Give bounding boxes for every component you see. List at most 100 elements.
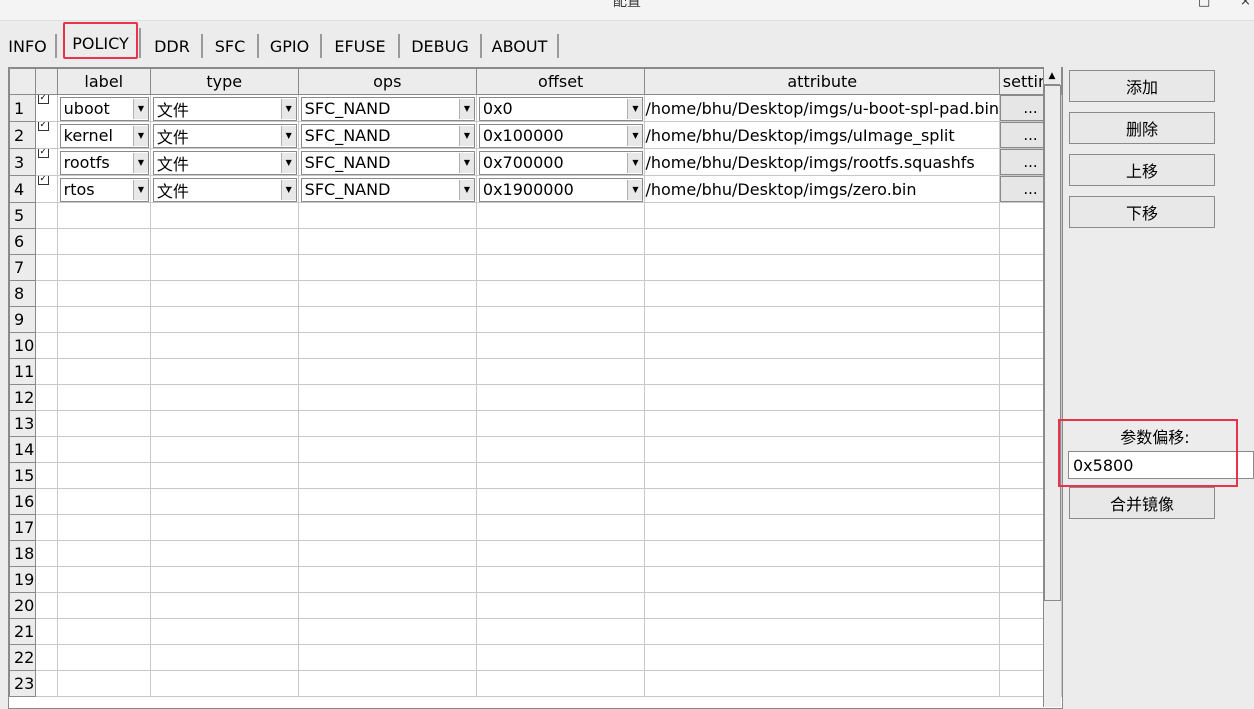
checkmark-icon[interactable]: ✓: [37, 176, 49, 185]
empty-cell[interactable]: [149, 540, 299, 567]
empty-cell[interactable]: [34, 358, 58, 385]
dropdown-arrow-icon[interactable]: ▼: [132, 98, 148, 119]
empty-cell[interactable]: [297, 358, 477, 385]
tab-efuse[interactable]: EFUSE: [322, 34, 400, 58]
row-number[interactable]: 21: [9, 618, 36, 645]
empty-cell[interactable]: [149, 618, 299, 645]
row-number[interactable]: 8: [9, 280, 36, 307]
empty-cell[interactable]: [56, 202, 151, 229]
delete-button[interactable]: 删除: [1069, 112, 1215, 144]
row-number[interactable]: 15: [9, 462, 36, 489]
header-offset[interactable]: offset: [475, 68, 646, 95]
header-label[interactable]: label: [56, 68, 151, 95]
empty-cell[interactable]: [475, 618, 646, 645]
empty-cell[interactable]: [34, 436, 58, 463]
dropdown-arrow-icon[interactable]: ▼: [627, 179, 643, 200]
dropdown-arrow-icon[interactable]: ▼: [458, 179, 474, 200]
dropdown-arrow-icon[interactable]: ▼: [627, 125, 643, 146]
empty-cell[interactable]: [56, 332, 151, 359]
ops-dropdown[interactable]: SFC_NAND ▼: [300, 96, 475, 121]
checkmark-icon[interactable]: ✓: [37, 149, 49, 158]
dropdown-arrow-icon[interactable]: ▼: [280, 179, 296, 200]
empty-cell[interactable]: [56, 358, 151, 385]
empty-cell[interactable]: [34, 514, 58, 541]
empty-cell[interactable]: [297, 462, 477, 489]
empty-cell[interactable]: [56, 592, 151, 619]
empty-cell[interactable]: [297, 254, 477, 281]
merge-image-button[interactable]: 合并镜像: [1069, 487, 1215, 519]
empty-cell[interactable]: [644, 670, 1001, 697]
row-number[interactable]: 5: [9, 202, 36, 229]
row-number[interactable]: 18: [9, 540, 36, 567]
row-number[interactable]: 22: [9, 644, 36, 671]
empty-cell[interactable]: [644, 566, 1001, 593]
row-number[interactable]: 10: [9, 332, 36, 359]
tab-sfc[interactable]: SFC: [203, 34, 259, 58]
empty-cell[interactable]: [149, 592, 299, 619]
header-type[interactable]: type: [149, 68, 299, 95]
empty-cell[interactable]: [297, 306, 477, 333]
empty-cell[interactable]: [34, 254, 58, 281]
row-number[interactable]: 9: [9, 306, 36, 333]
empty-cell[interactable]: [56, 618, 151, 645]
empty-cell[interactable]: [297, 332, 477, 359]
empty-cell[interactable]: [644, 358, 1001, 385]
empty-cell[interactable]: [475, 488, 646, 515]
empty-cell[interactable]: [149, 410, 299, 437]
empty-cell[interactable]: [149, 280, 299, 307]
type-dropdown[interactable]: 文件 ▼: [152, 123, 297, 148]
empty-cell[interactable]: [644, 254, 1001, 281]
empty-cell[interactable]: [475, 566, 646, 593]
row-number[interactable]: 3: [9, 148, 36, 176]
empty-cell[interactable]: [644, 228, 1001, 255]
offset-dropdown[interactable]: 0x0 ▼: [478, 96, 644, 121]
offset-dropdown[interactable]: 0x1900000 ▼: [478, 177, 644, 202]
empty-cell[interactable]: [34, 332, 58, 359]
row-number[interactable]: 14: [9, 436, 36, 463]
label-dropdown[interactable]: uboot ▼: [59, 96, 149, 121]
ops-dropdown[interactable]: SFC_NAND ▼: [300, 150, 475, 175]
empty-cell[interactable]: [644, 514, 1001, 541]
row-number[interactable]: 2: [9, 121, 36, 149]
empty-cell[interactable]: [56, 410, 151, 437]
empty-cell[interactable]: [475, 384, 646, 411]
empty-cell[interactable]: [475, 592, 646, 619]
empty-cell[interactable]: [644, 202, 1001, 229]
empty-cell[interactable]: [56, 488, 151, 515]
empty-cell[interactable]: [297, 566, 477, 593]
scroll-thumb[interactable]: [1044, 85, 1061, 601]
row-number[interactable]: 7: [9, 254, 36, 281]
empty-cell[interactable]: [475, 644, 646, 671]
maximize-icon[interactable]: □: [1198, 0, 1210, 9]
close-icon[interactable]: ×: [1240, 0, 1251, 9]
empty-cell[interactable]: [149, 254, 299, 281]
dropdown-arrow-icon[interactable]: ▼: [132, 152, 148, 173]
label-dropdown[interactable]: rtos ▼: [59, 177, 149, 202]
offset-dropdown[interactable]: 0x700000 ▼: [478, 150, 644, 175]
empty-cell[interactable]: [149, 670, 299, 697]
row-enable-checkbox[interactable]: ✓: [34, 148, 58, 176]
empty-cell[interactable]: [56, 254, 151, 281]
empty-cell[interactable]: [644, 462, 1001, 489]
empty-cell[interactable]: [34, 202, 58, 229]
label-dropdown[interactable]: kernel ▼: [59, 123, 149, 148]
empty-cell[interactable]: [56, 644, 151, 671]
empty-cell[interactable]: [297, 514, 477, 541]
empty-cell[interactable]: [56, 436, 151, 463]
empty-cell[interactable]: [34, 462, 58, 489]
empty-cell[interactable]: [149, 644, 299, 671]
empty-cell[interactable]: [34, 592, 58, 619]
empty-cell[interactable]: [297, 228, 477, 255]
empty-cell[interactable]: [149, 436, 299, 463]
empty-cell[interactable]: [475, 436, 646, 463]
dropdown-arrow-icon[interactable]: ▼: [132, 179, 148, 200]
label-dropdown[interactable]: rootfs ▼: [59, 150, 149, 175]
dropdown-arrow-icon[interactable]: ▼: [280, 98, 296, 119]
empty-cell[interactable]: [475, 280, 646, 307]
empty-cell[interactable]: [475, 306, 646, 333]
checkmark-icon[interactable]: ✓: [37, 122, 49, 131]
empty-cell[interactable]: [149, 462, 299, 489]
header-attribute[interactable]: attribute: [644, 68, 1001, 95]
scroll-up-arrow-icon[interactable]: ▲: [1044, 68, 1060, 85]
row-number[interactable]: 23: [9, 670, 36, 697]
